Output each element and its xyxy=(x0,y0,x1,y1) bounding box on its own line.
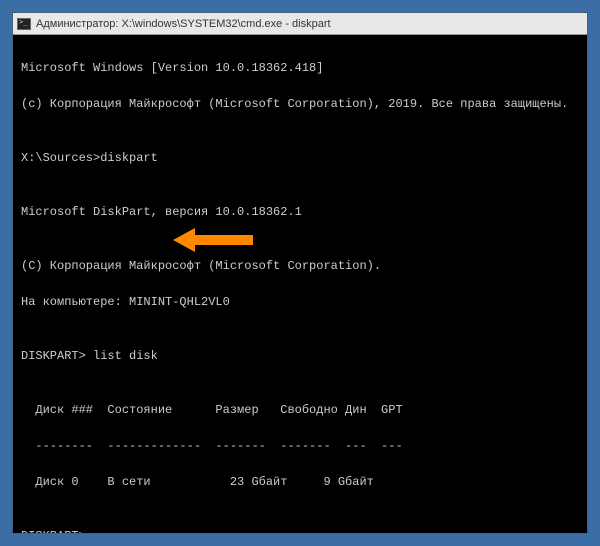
annotation-arrow-icon xyxy=(173,225,253,255)
console-window: Администратор: X:\windows\SYSTEM32\cmd.e… xyxy=(12,12,588,534)
output-line: Диск ### Состояние Размер Свободно Дин G… xyxy=(21,401,579,419)
title-bar[interactable]: Администратор: X:\windows\SYSTEM32\cmd.e… xyxy=(13,13,587,35)
output-line: Microsoft Windows [Version 10.0.18362.41… xyxy=(21,59,579,77)
output-line: -------- ------------- ------- ------- -… xyxy=(21,437,579,455)
window-title: Администратор: X:\windows\SYSTEM32\cmd.e… xyxy=(36,18,331,30)
output-line: Диск 0 В сети 23 Gбайт 9 Gбайт xyxy=(21,473,579,491)
output-line: На компьютере: MININT-QHL2VL0 xyxy=(21,293,579,311)
output-line: (c) Корпорация Майкрософт (Microsoft Cor… xyxy=(21,95,579,113)
output-line: X:\Sources>diskpart xyxy=(21,149,579,167)
cmd-icon xyxy=(17,18,31,30)
output-line: DISKPART> list disk xyxy=(21,347,579,365)
output-line: DISKPART> xyxy=(21,527,579,533)
terminal-output[interactable]: Microsoft Windows [Version 10.0.18362.41… xyxy=(13,35,587,533)
output-line: (C) Корпорация Майкрософт (Microsoft Cor… xyxy=(21,257,579,275)
output-line: Microsoft DiskPart, версия 10.0.18362.1 xyxy=(21,203,579,221)
